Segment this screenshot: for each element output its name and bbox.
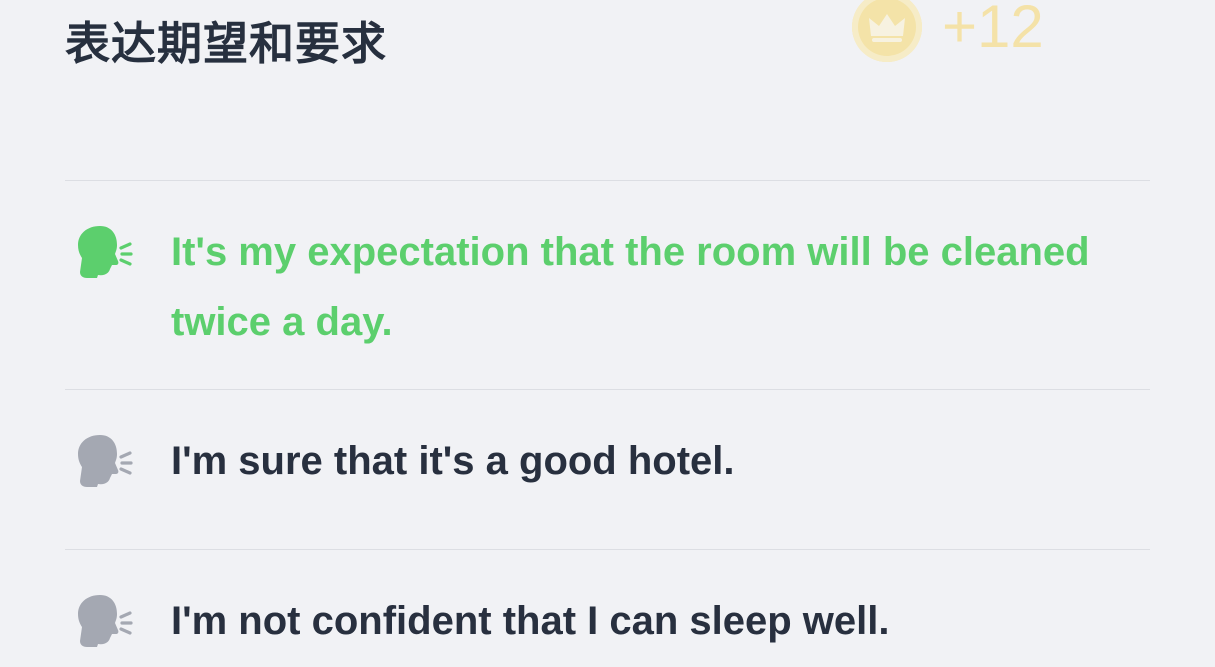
option-sentence: It's my expectation that the room will b…	[171, 230, 1090, 344]
speaking-head-icon[interactable]	[75, 432, 133, 490]
page-title: 表达期望和要求	[65, 17, 388, 70]
reward-badge: +12	[852, 0, 1044, 62]
option-sentence: I'm sure that it's a good hotel.	[171, 439, 735, 483]
option-sentence: I'm not confident that I can sleep well.	[171, 599, 890, 643]
crown-coin-icon	[852, 0, 922, 62]
option-item[interactable]: I'm sure that it's a good hotel.	[65, 390, 1150, 549]
reward-points: +12	[942, 0, 1044, 60]
speaking-head-icon[interactable]	[75, 592, 133, 650]
option-item[interactable]: It's my expectation that the room will b…	[65, 181, 1150, 389]
option-item[interactable]: I'm not confident that I can sleep well.	[65, 550, 1150, 667]
speaking-head-icon[interactable]	[75, 223, 133, 281]
